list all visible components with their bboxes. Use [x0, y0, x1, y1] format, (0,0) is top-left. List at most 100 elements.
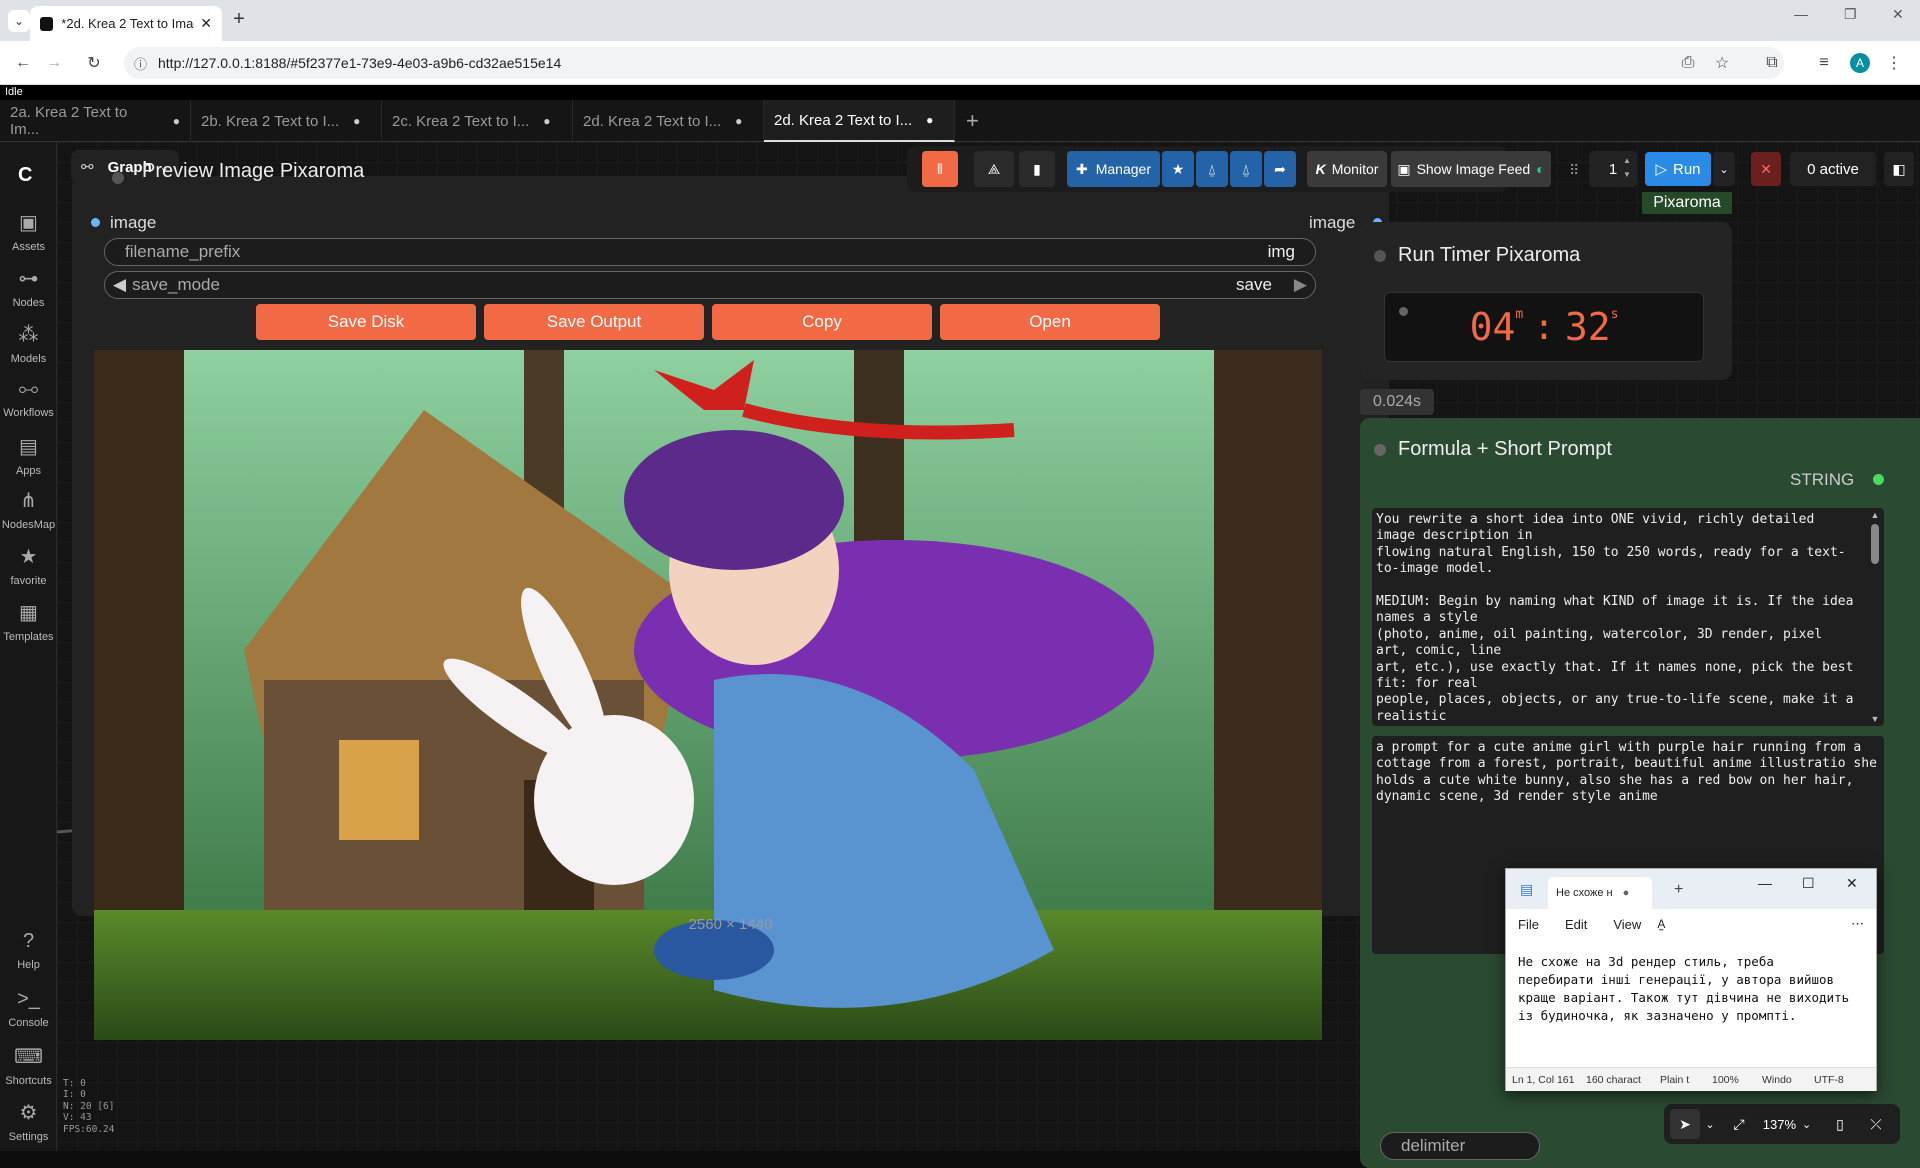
pixaroma-logo-button[interactable]: ⟁	[974, 151, 1014, 187]
copy-button[interactable]: Copy	[712, 304, 932, 340]
back-icon[interactable]: ←	[9, 49, 37, 77]
select-tool-icon[interactable]: ➤	[1670, 1109, 1700, 1139]
workflow-tab[interactable]: 2b. Krea 2 Text to I... ●	[191, 100, 382, 142]
close-window-icon[interactable]: ✕	[1892, 6, 1904, 23]
filename-prefix-field[interactable]: filename_prefix img	[104, 238, 1316, 266]
manager-button[interactable]: ✚ Manager	[1067, 151, 1160, 187]
sidebar-item-console[interactable]: >_ Console	[0, 988, 57, 1029]
sidebar-item-shortcuts[interactable]: ⌨ Shortcuts	[0, 1044, 57, 1087]
string-output-dot[interactable]	[1873, 474, 1884, 485]
workflow-tab[interactable]: 2c. Krea 2 Text to I... ●	[382, 100, 573, 142]
k-icon: K	[1315, 161, 1326, 177]
more-options-icon[interactable]: ⋯	[1851, 916, 1864, 932]
media-control-icon[interactable]: ≡	[1810, 49, 1838, 77]
node-collapse-dot[interactable]	[1374, 250, 1386, 262]
new-tab-button[interactable]: +	[228, 8, 250, 31]
scroll-up-icon[interactable]: ▲	[1869, 510, 1881, 520]
sidebar-item-workflows[interactable]: ⧟ Workflows	[0, 378, 57, 419]
sidebar-item-templates[interactable]: ▦ Templates	[0, 600, 57, 643]
zoom-level[interactable]: 137% ⌄	[1757, 1109, 1817, 1139]
scroll-down-icon[interactable]: ▼	[1869, 714, 1881, 724]
profile-avatar[interactable]: A	[1846, 49, 1874, 77]
queue-stepper-icon[interactable]: ▲ ▼	[1623, 154, 1631, 182]
sidebar-item-help[interactable]: ? Help	[0, 930, 57, 971]
panel-toggle-icon[interactable]: ◧	[1884, 152, 1914, 186]
comfy-logo-icon[interactable]: C	[18, 164, 32, 187]
drag-handle-icon[interactable]: ⠿	[1569, 162, 1579, 179]
site-info-icon[interactable]: ⓘ	[134, 54, 147, 73]
node-collapse-dot[interactable]	[1374, 444, 1386, 456]
node-collapse-dot[interactable]	[112, 172, 124, 184]
notepad-text-area[interactable]: Не схоже на 3d рендер стиль, треба переб…	[1506, 939, 1876, 1067]
font-format-icon[interactable]: A̰	[1657, 917, 1665, 931]
browser-tab-strip: ⌄ *2d. Krea 2 Text to Image - 2K ✕ + — ❐…	[0, 0, 1920, 41]
workflow-tab[interactable]: 2d. Krea 2 Text to I... ●	[573, 100, 764, 142]
audio-wave-button[interactable]: ⦀	[922, 151, 958, 187]
open-button[interactable]: Open	[940, 304, 1160, 340]
notepad-maximize-icon[interactable]: ☐	[1802, 875, 1815, 892]
notepad-minimize-icon[interactable]: —	[1758, 875, 1772, 891]
browser-menu-icon[interactable]: ⋮	[1880, 49, 1908, 77]
menu-view[interactable]: View	[1613, 917, 1641, 932]
favorite-star-button[interactable]: ★	[1162, 151, 1194, 187]
notepad-new-tab-icon[interactable]: +	[1674, 881, 1683, 899]
sidebar-item-models[interactable]: ⁂ Models	[0, 322, 57, 365]
model-update-button[interactable]: ⍙	[1230, 151, 1262, 187]
assets-icon: ▣	[19, 212, 38, 234]
workflow-tab[interactable]: 2a. Krea 2 Text to Im... ●	[0, 100, 191, 142]
notepad-window[interactable]: ▤ Не схоже н ● + — ☐ ✕ File Edit View A̰…	[1505, 868, 1877, 1091]
save-disk-button[interactable]: Save Disk	[256, 304, 476, 340]
browser-tab-active[interactable]: *2d. Krea 2 Text to Image - 2K ✕	[30, 6, 222, 41]
extensions-icon[interactable]: ⧉	[1758, 49, 1786, 77]
address-bar[interactable]: ⓘ http://127.0.0.1:8188/#5f2377e1-73e9-4…	[124, 47, 1784, 79]
delimiter-field[interactable]: delimiter	[1380, 1132, 1540, 1160]
scrollbar[interactable]: ▲ ▼	[1869, 510, 1881, 724]
workflow-tab-active[interactable]: 2d. Krea 2 Text to I... ●	[764, 100, 955, 142]
show-image-feed-button[interactable]: ▣ Show Image Feed ◐	[1391, 151, 1551, 187]
bookmark-star-icon[interactable]: ☆	[1708, 49, 1736, 77]
fit-view-icon[interactable]: ⤢	[1724, 1109, 1754, 1139]
input-slot-dot[interactable]	[91, 218, 100, 227]
run-options-chevron-icon[interactable]: ⌄	[1713, 152, 1735, 186]
sidebar-item-nodesmap[interactable]: ⋔ NodesMap	[0, 488, 57, 531]
sidebar-item-assets[interactable]: ▣ Assets	[0, 210, 57, 253]
run-button[interactable]: ▷ Run	[1645, 152, 1711, 186]
link-visibility-icon[interactable]: ⤫	[1861, 1109, 1891, 1139]
preview-image-node[interactable]: Preview Image Pixaroma image image filen…	[72, 160, 1389, 1040]
tab-list-chevron-icon[interactable]: ⌄	[8, 10, 30, 32]
minimap-icon[interactable]: ▯	[1825, 1109, 1855, 1139]
sidebar-item-apps[interactable]: ▤ Apps	[0, 434, 57, 477]
menu-edit[interactable]: Edit	[1565, 917, 1587, 932]
model-icon-button[interactable]: ⍙	[1196, 151, 1228, 187]
add-workflow-tab-icon[interactable]: +	[966, 108, 979, 134]
sidebar-item-nodes[interactable]: ⊶ Nodes	[0, 266, 57, 309]
minimize-window-icon[interactable]: —	[1794, 6, 1808, 22]
run-timer-node[interactable]: Run Timer Pixaroma 04 m : 32 s	[1360, 222, 1732, 380]
system-prompt-textarea[interactable]: You rewrite a short idea into ONE vivid,…	[1372, 508, 1884, 726]
keyboard-icon: ⌨	[14, 1046, 43, 1068]
scroll-thumb[interactable]	[1871, 524, 1879, 564]
preview-image	[94, 350, 1322, 1040]
sidebar-item-settings[interactable]: ⚙ Settings	[0, 1100, 57, 1143]
monitor-button[interactable]: K Monitor	[1307, 151, 1387, 187]
active-queue-button[interactable]: 0 active	[1790, 152, 1876, 186]
share-icon-button[interactable]: ➦	[1264, 151, 1296, 187]
gear-icon: ⚙	[19, 1102, 38, 1124]
forward-icon[interactable]: →	[40, 49, 68, 77]
tool-chevron-icon[interactable]: ⌄	[1702, 1109, 1718, 1139]
menu-file[interactable]: File	[1518, 917, 1539, 932]
restore-window-icon[interactable]: ❐	[1844, 6, 1857, 23]
save-output-button[interactable]: Save Output	[484, 304, 704, 340]
reload-icon[interactable]: ↻	[80, 49, 108, 77]
bookmark-icon[interactable]: ▮	[1019, 151, 1055, 187]
notepad-close-icon[interactable]: ✕	[1846, 875, 1858, 892]
install-app-icon[interactable]: ⎙	[1674, 49, 1702, 77]
sidebar-item-favorite[interactable]: ★ favorite	[0, 544, 57, 587]
notepad-tab[interactable]: Не схоже н ●	[1548, 877, 1652, 909]
arrow-left-icon[interactable]: ◀	[113, 275, 126, 294]
close-tab-icon[interactable]: ✕	[200, 15, 212, 32]
cancel-run-button[interactable]: ✕	[1751, 152, 1781, 186]
save-mode-select[interactable]: ◀ save_mode save ▶	[104, 271, 1316, 299]
arrow-right-icon[interactable]: ▶	[1294, 275, 1307, 294]
templates-icon: ▦	[19, 602, 38, 624]
